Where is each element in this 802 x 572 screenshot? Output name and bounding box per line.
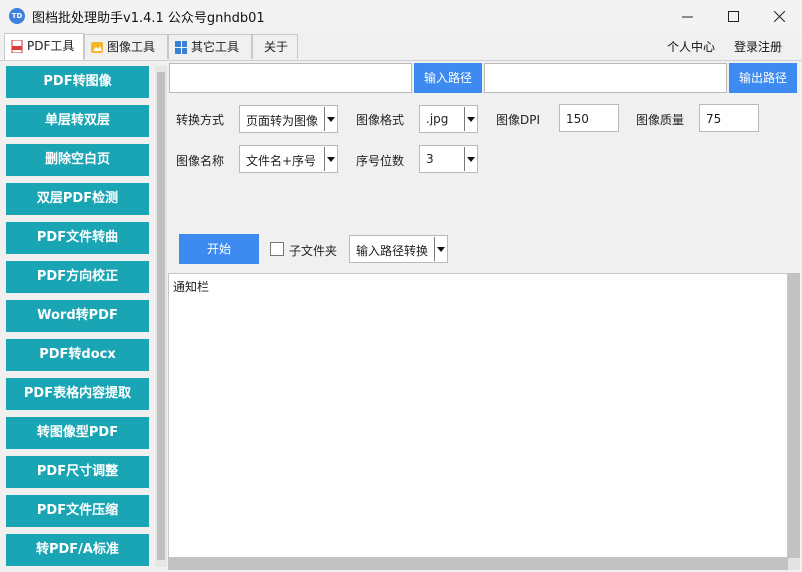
minimize-button[interactable] xyxy=(664,0,710,32)
sidebar-item-image-pdf[interactable]: 转图像型PDF xyxy=(6,417,149,449)
tab-image-tools[interactable]: 图像工具 xyxy=(84,34,168,59)
tab-label: PDF工具 xyxy=(27,39,75,53)
image-format-select[interactable]: .jpg xyxy=(419,105,478,133)
sidebar-scrollbar[interactable] xyxy=(155,66,167,567)
grid-icon xyxy=(175,41,187,54)
sidebar-item-resize[interactable]: PDF尺寸调整 xyxy=(6,456,149,488)
sidebar-item-compress[interactable]: PDF文件压缩 xyxy=(6,495,149,527)
dpi-label: 图像DPI xyxy=(496,113,541,127)
title-bar: TD 图档批处理助手v1.4.1 公众号gnhdb01 xyxy=(0,0,802,32)
notification-area[interactable]: 通知栏 xyxy=(168,273,788,558)
quality-label: 图像质量 xyxy=(636,113,685,127)
notification-label: 通知栏 xyxy=(173,280,210,294)
digits-value: 3 xyxy=(426,152,434,166)
start-button[interactable]: 开始 xyxy=(179,234,259,264)
sidebar-item-single-to-double[interactable]: 单层转双层 xyxy=(6,105,149,137)
app-logo-icon: TD xyxy=(9,8,25,24)
sidebar-scroll-thumb[interactable] xyxy=(157,72,165,560)
tab-label: 其它工具 xyxy=(191,40,240,54)
tab-other-tools[interactable]: 其它工具 xyxy=(168,34,252,59)
convert-mode-label: 转换方式 xyxy=(176,113,225,127)
close-button[interactable] xyxy=(756,0,802,32)
notification-horizontal-scrollbar[interactable] xyxy=(168,558,788,570)
sidebar-item-pdf-to-docx[interactable]: PDF转docx xyxy=(6,339,149,371)
tab-label: 图像工具 xyxy=(107,40,156,54)
convert-mode-value: 页面转为图像 xyxy=(246,114,319,128)
sidebar-item-pdfa[interactable]: 转PDF/A标准 xyxy=(6,534,149,566)
convert-mode-select[interactable]: 页面转为图像 xyxy=(239,105,338,133)
output-path-button[interactable]: 输出路径 xyxy=(729,63,797,93)
maximize-icon xyxy=(728,11,739,22)
sidebar-item-remove-blank[interactable]: 删除空白页 xyxy=(6,144,149,176)
sidebar-item-outline-fonts[interactable]: PDF文件转曲 xyxy=(6,222,149,254)
image-format-value: .jpg xyxy=(426,112,449,126)
input-path-button[interactable]: 输入路径 xyxy=(414,63,482,93)
input-path-field[interactable] xyxy=(169,63,412,93)
login-register-link[interactable]: 登录注册 xyxy=(734,38,782,55)
tab-about[interactable]: 关于 xyxy=(252,34,298,59)
close-icon xyxy=(774,11,785,22)
user-center-link[interactable]: 个人中心 xyxy=(667,38,715,55)
subfolder-checkbox[interactable] xyxy=(270,242,284,256)
image-name-label: 图像名称 xyxy=(176,154,225,168)
tab-pdf-tools[interactable]: PDF工具 xyxy=(4,33,84,60)
sidebar-item-word-to-pdf[interactable]: Word转PDF xyxy=(6,300,149,332)
maximize-button[interactable] xyxy=(710,0,756,32)
sidebar-item-pdf-to-image[interactable]: PDF转图像 xyxy=(6,66,149,98)
window-title: 图档批处理助手v1.4.1 公众号gnhdb01 xyxy=(32,11,265,26)
notification-vertical-scrollbar[interactable] xyxy=(788,273,800,558)
image-format-label: 图像格式 xyxy=(356,113,405,127)
quality-input[interactable]: 75 xyxy=(699,104,759,132)
path-mode-value: 输入路径转换 xyxy=(356,244,429,258)
dropdown-arrow-icon xyxy=(464,107,476,131)
image-icon xyxy=(91,42,103,53)
image-name-select[interactable]: 文件名+序号 xyxy=(239,145,338,173)
digits-label: 序号位数 xyxy=(356,154,405,168)
tab-label: 关于 xyxy=(264,40,289,54)
subfolder-label: 子文件夹 xyxy=(289,244,338,258)
minimize-icon xyxy=(682,16,693,18)
scrollbar-corner xyxy=(788,558,800,570)
dropdown-arrow-icon xyxy=(464,147,476,171)
sidebar-item-orientation[interactable]: PDF方向校正 xyxy=(6,261,149,293)
digits-select[interactable]: 3 xyxy=(419,145,478,173)
pdf-icon xyxy=(11,40,23,53)
image-name-value: 文件名+序号 xyxy=(246,154,317,168)
dropdown-arrow-icon xyxy=(324,107,336,131)
output-path-field[interactable] xyxy=(484,63,727,93)
dropdown-arrow-icon xyxy=(434,237,446,261)
path-mode-select[interactable]: 输入路径转换 xyxy=(349,235,448,263)
sidebar-item-double-detect[interactable]: 双层PDF检测 xyxy=(6,183,149,215)
dropdown-arrow-icon xyxy=(324,147,336,171)
sidebar-item-table-extract[interactable]: PDF表格内容提取 xyxy=(6,378,149,410)
dpi-input[interactable]: 150 xyxy=(559,104,619,132)
